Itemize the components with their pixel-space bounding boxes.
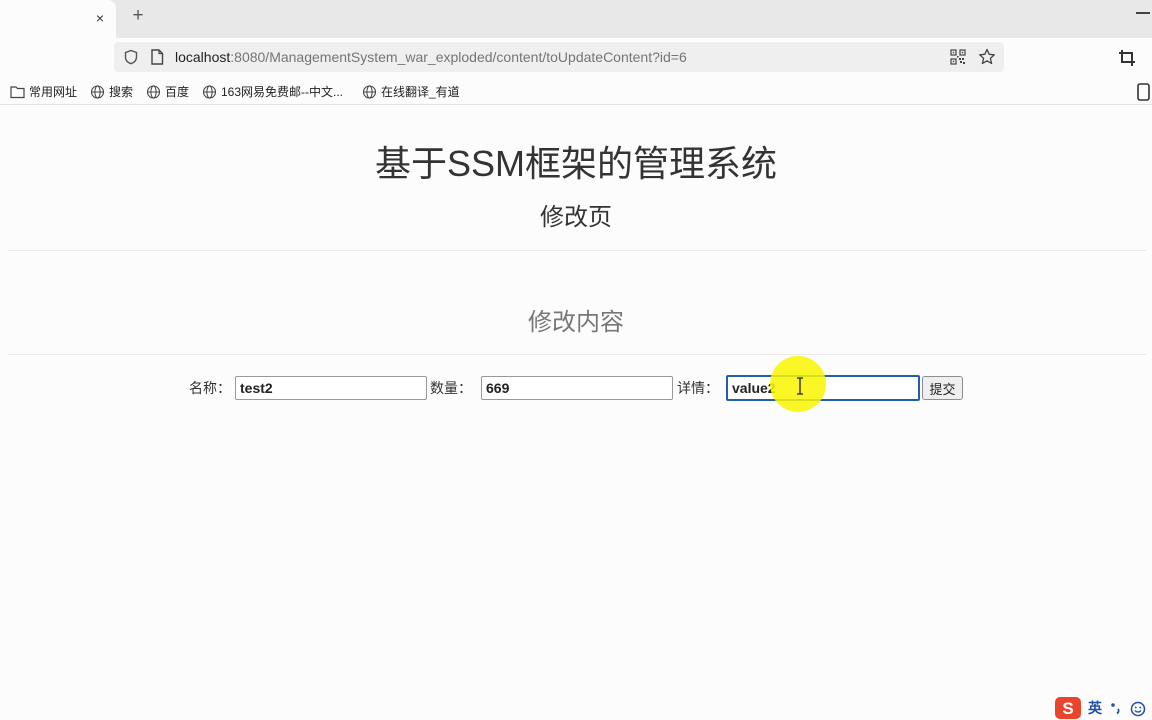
- new-tab-icon[interactable]: +: [129, 6, 147, 26]
- tab-close-icon[interactable]: ×: [92, 10, 108, 26]
- name-input[interactable]: [235, 376, 427, 400]
- ime-emoji-icon[interactable]: [1130, 701, 1146, 717]
- section-title: 修改内容: [528, 309, 624, 336]
- page-icon: [151, 49, 164, 65]
- address-bar[interactable]: localhost:8080/ManagementSystem_war_expl…: [114, 42, 1004, 72]
- folder-icon: [10, 86, 25, 99]
- svg-text:S: S: [1062, 699, 1073, 718]
- browser-tab-active[interactable]: ×: [0, 0, 116, 38]
- bookmarks-bar: 常用网址 搜索 百度 163网易免费邮--中文... 在线翻译_有道: [0, 80, 1152, 105]
- ime-punctuation-icon[interactable]: [1109, 701, 1123, 715]
- browser-toolbar: localhost:8080/ManagementSystem_war_expl…: [0, 38, 1152, 78]
- quantity-label: 数量：: [430, 380, 472, 396]
- bookmark-label: 百度: [165, 85, 190, 99]
- minimize-icon[interactable]: [1136, 12, 1150, 14]
- mobile-device-icon[interactable]: [1137, 83, 1151, 101]
- globe-icon: [90, 85, 105, 99]
- url-path: :8080/ManagementSystem_war_exploded/cont…: [230, 49, 687, 65]
- name-label: 名称：: [189, 380, 231, 396]
- quantity-input[interactable]: [481, 376, 673, 400]
- detail-label: 详情：: [677, 380, 719, 396]
- bookmark-label: 163网易免费邮--中文...: [221, 85, 344, 99]
- url-text[interactable]: localhost:8080/ManagementSystem_war_expl…: [175, 49, 687, 66]
- ime-status-bar[interactable]: S 英: [1052, 696, 1152, 720]
- page-subtitle: 修改页: [540, 204, 612, 231]
- screenshot-crop-icon[interactable]: [1118, 49, 1136, 67]
- globe-icon: [362, 85, 377, 99]
- text-cursor-icon: [797, 377, 803, 395]
- bookmark-label: 搜索: [109, 85, 134, 99]
- divider: [8, 354, 1146, 355]
- divider: [8, 250, 1146, 251]
- bookmark-star-icon[interactable]: [978, 48, 996, 66]
- sogou-ime-logo-icon[interactable]: S: [1054, 696, 1082, 720]
- bookmark-label: 常用网址: [29, 85, 78, 99]
- qr-code-icon[interactable]: [950, 49, 966, 65]
- submit-button[interactable]: 提交: [922, 376, 963, 400]
- tab-strip: × +: [0, 0, 1152, 38]
- url-host: localhost: [175, 49, 231, 65]
- globe-icon: [202, 85, 217, 99]
- page-title: 基于SSM框架的管理系统: [374, 143, 777, 184]
- bookmark-label: 在线翻译_有道: [381, 85, 460, 99]
- globe-icon: [146, 85, 161, 99]
- ime-language-indicator[interactable]: 英: [1088, 699, 1102, 717]
- shield-icon[interactable]: [123, 49, 139, 65]
